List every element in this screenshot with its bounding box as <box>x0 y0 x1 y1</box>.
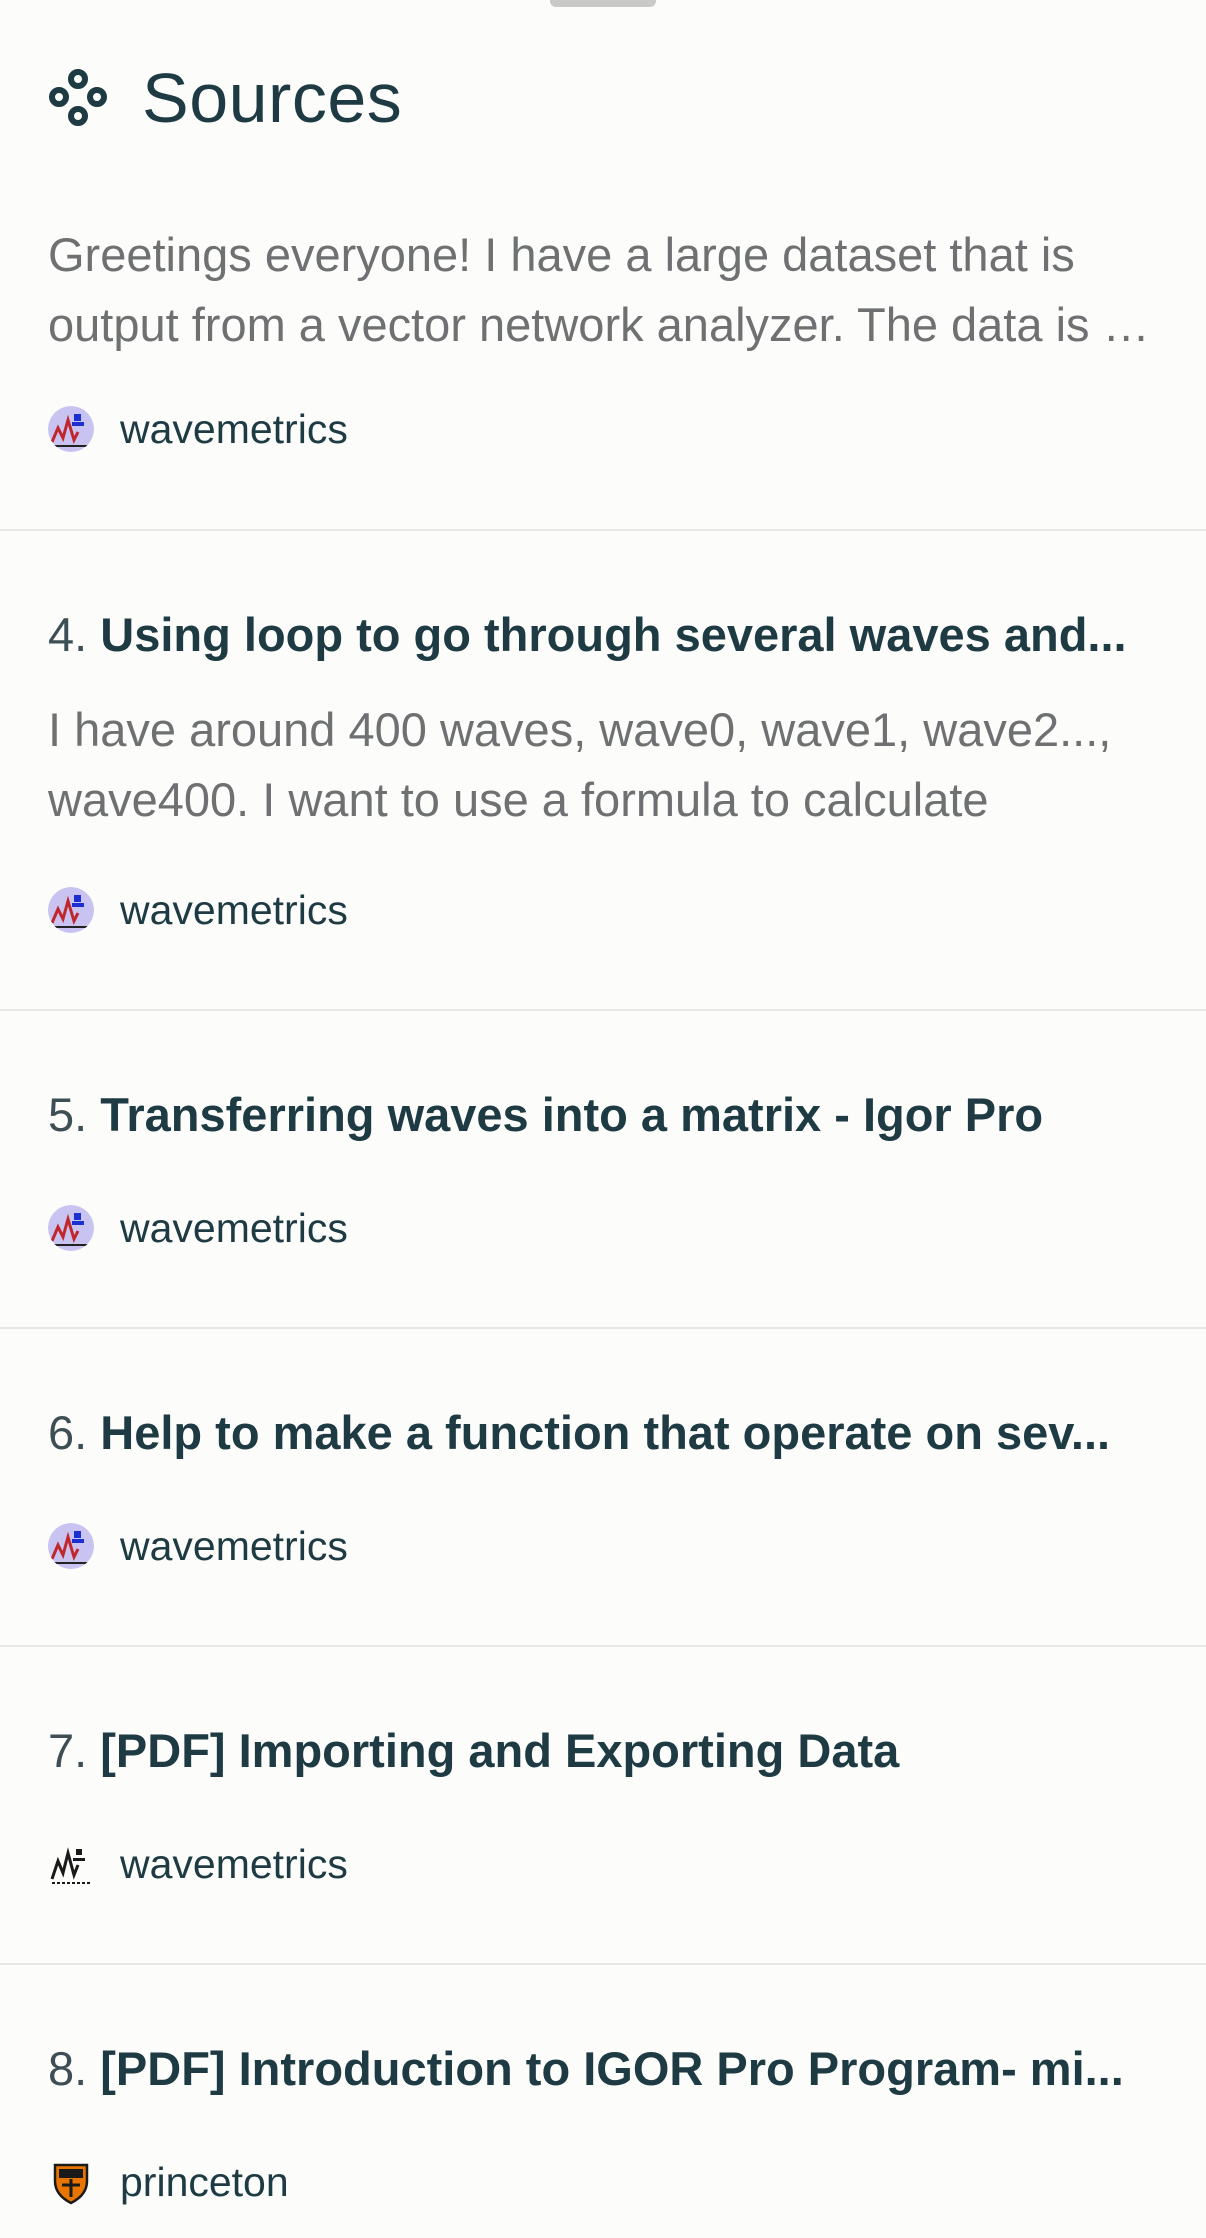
wavemetrics-favicon <box>48 1523 94 1569</box>
source-title[interactable]: 6. Help to make a function that operate … <box>48 1405 1158 1461</box>
source-card[interactable]: 5. Transferring waves into a matrix - Ig… <box>0 1011 1206 1329</box>
sources-sheet: Sources Greetings everyone! I have a lar… <box>0 0 1206 2238</box>
source-title-text: Help to make a function that operate on … <box>100 1406 1111 1459</box>
source-domain: wavemetrics <box>120 1840 348 1887</box>
sources-cluster-icon <box>48 65 114 131</box>
sheet-drag-handle[interactable] <box>550 0 656 7</box>
page-title: Sources <box>142 59 403 137</box>
source-number: 7. <box>48 1724 88 1777</box>
source-number: 4. <box>48 608 88 661</box>
source-number: 6. <box>48 1406 88 1459</box>
source-card[interactable]: Greetings everyone! I have a large datas… <box>0 150 1206 531</box>
source-card[interactable]: 4. Using loop to go through several wave… <box>0 531 1206 1011</box>
source-domain-row[interactable]: wavemetrics <box>48 404 348 454</box>
source-card[interactable]: 7. [PDF] Importing and Exporting Data wa… <box>0 1647 1206 1965</box>
source-number: 5. <box>48 1088 88 1141</box>
source-title[interactable]: 4. Using loop to go through several wave… <box>48 607 1158 663</box>
source-title-text: Transferring waves into a matrix - Igor … <box>100 1088 1044 1141</box>
source-title-text: [PDF] Introduction to IGOR Pro Program- … <box>100 2042 1124 2095</box>
source-domain: princeton <box>120 2158 289 2205</box>
source-domain: wavemetrics <box>120 405 348 452</box>
source-title-text: [PDF] Importing and Exporting Data <box>100 1724 900 1777</box>
source-domain: wavemetrics <box>120 1204 348 1251</box>
source-card[interactable]: 8. [PDF] Introduction to IGOR Pro Progra… <box>0 1965 1206 2238</box>
source-domain-row[interactable]: wavemetrics <box>48 1839 348 1889</box>
source-title[interactable]: 7. [PDF] Importing and Exporting Data <box>48 1723 1158 1779</box>
source-title[interactable]: 5. Transferring waves into a matrix - Ig… <box>48 1087 1158 1143</box>
source-domain-row[interactable]: princeton <box>48 2157 289 2207</box>
source-title-text: Using loop to go through several waves a… <box>100 608 1127 661</box>
source-domain-row[interactable]: wavemetrics <box>48 885 348 935</box>
source-card[interactable]: 6. Help to make a function that operate … <box>0 1329 1206 1647</box>
source-number: 8. <box>48 2042 88 2095</box>
source-domain: wavemetrics <box>120 1522 348 1569</box>
wavemetrics-favicon <box>48 1205 94 1251</box>
wavemetrics-bw-favicon <box>48 1841 94 1887</box>
source-domain-row[interactable]: wavemetrics <box>48 1203 348 1253</box>
wavemetrics-favicon <box>48 406 94 452</box>
source-domain-row[interactable]: wavemetrics <box>48 1521 348 1571</box>
source-snippet: I have around 400 waves, wave0, wave1, w… <box>48 703 1112 826</box>
source-snippet: Greetings everyone! I have a large datas… <box>48 228 1140 351</box>
source-title[interactable]: 8. [PDF] Introduction to IGOR Pro Progra… <box>48 2041 1158 2097</box>
source-domain: wavemetrics <box>120 886 348 933</box>
wavemetrics-favicon <box>48 887 94 933</box>
princeton-shield-icon <box>48 2159 94 2205</box>
sources-header: Sources <box>48 56 402 140</box>
